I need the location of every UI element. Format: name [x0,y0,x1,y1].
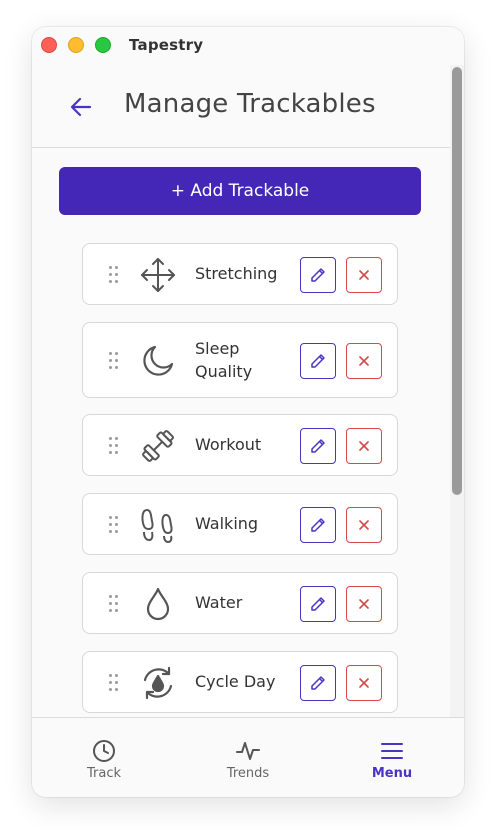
drag-handle-icon[interactable] [109,352,119,370]
trackable-label: Water [195,593,243,612]
nav-item-trends[interactable]: Trends [176,718,320,797]
droplet-icon [139,585,177,623]
title-bar: Tapestry [32,27,464,65]
scrollbar-thumb[interactable] [452,67,462,495]
trackable-item-cycle-day[interactable]: Cycle Day [82,651,398,713]
drag-handle-icon[interactable] [109,516,119,534]
drag-handle-icon[interactable] [109,674,119,692]
page-header: Manage Trackables [32,75,450,147]
bottom-nav: Track Trends Menu [32,717,464,797]
app-title: Tapestry [129,36,204,54]
trackable-item-stretching[interactable]: Stretching [82,243,398,305]
nav-item-menu[interactable]: Menu [320,718,464,797]
close-window-button[interactable] [41,37,57,53]
trackable-label: Workout [195,435,262,454]
minimize-window-button[interactable] [68,37,84,53]
nav-item-track[interactable]: Track [32,718,176,797]
delete-button[interactable] [346,586,382,622]
arrow-left-icon[interactable] [68,93,96,121]
edit-button[interactable] [300,665,336,701]
edit-button[interactable] [300,257,336,293]
trackable-label: Cycle Day [195,672,276,691]
nav-label: Menu [371,766,413,781]
footprints-icon [139,506,177,544]
page-title: Manage Trackables [124,89,376,119]
nav-label: Trends [226,766,270,781]
clock-icon [93,740,115,762]
trackable-label: Walking [195,514,259,533]
cycle-icon [139,664,177,702]
move-arrows-icon [139,256,177,294]
delete-button[interactable] [346,507,382,543]
edit-button[interactable] [300,343,336,379]
activity-icon [236,742,260,760]
app-window: Tapestry Manage Trackables + Add Trackab… [32,27,464,797]
trackable-label: Stretching [195,264,278,283]
delete-button[interactable] [346,257,382,293]
nav-label: Track [86,766,122,781]
edit-button[interactable] [300,428,336,464]
menu-icon [381,743,403,759]
scrollbar[interactable] [450,65,464,717]
drag-handle-icon[interactable] [109,595,119,613]
edit-button[interactable] [300,507,336,543]
edit-button[interactable] [300,586,336,622]
drag-handle-icon[interactable] [109,266,119,284]
delete-button[interactable] [346,428,382,464]
maximize-window-button[interactable] [95,37,111,53]
trackable-item-sleep-quality[interactable]: Sleep Quality [82,322,398,398]
trackable-item-water[interactable]: Water [82,572,398,634]
add-trackable-button[interactable]: + Add Trackable [59,167,421,215]
delete-button[interactable] [346,343,382,379]
moon-icon [139,342,177,380]
trackable-item-workout[interactable]: Workout [82,414,398,476]
header-divider [32,147,450,148]
trackable-label: Sleep Quality [195,339,253,381]
drag-handle-icon[interactable] [109,437,119,455]
delete-button[interactable] [346,665,382,701]
trackable-item-walking[interactable]: Walking [82,493,398,555]
dumbbell-icon [139,427,177,465]
